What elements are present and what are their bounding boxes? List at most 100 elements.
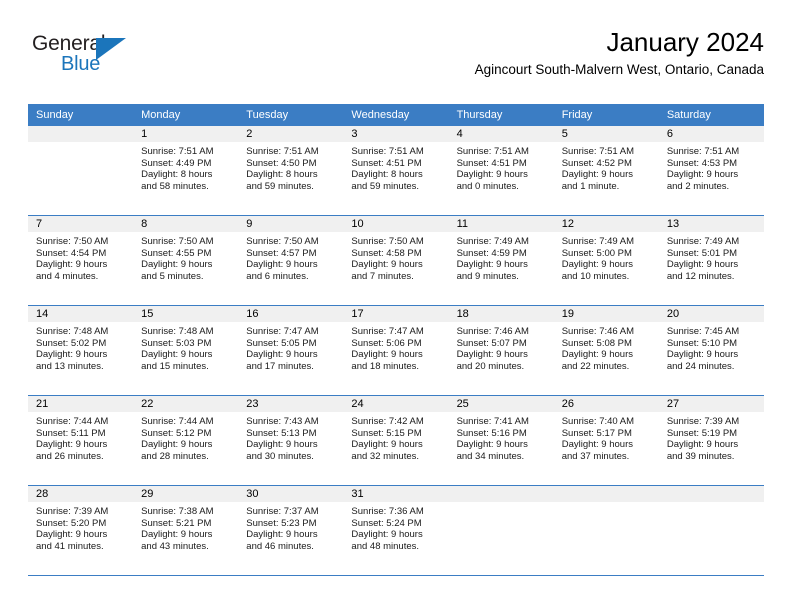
sunrise-time: Sunrise: 7:38 AM	[141, 506, 214, 517]
calendar-day-cell[interactable]: 8 Sunrise: 7:50 AM Sunset: 4:55 PM Daylight…	[133, 215, 239, 306]
day-number: 11	[448, 216, 554, 232]
daylight-duration-line2: and 10 minutes.	[561, 270, 630, 282]
calendar-day-cell[interactable]: 28 Sunrise: 7:39 AM Sunset: 5:20 PM Dayligh…	[28, 485, 134, 576]
calendar-day-cell-empty	[553, 485, 659, 576]
day-cell-inner: 19 Sunrise: 7:46 AM Sunset: 5:08 PM Dayligh…	[553, 306, 659, 395]
day-details: Sunrise: 7:45 AM Sunset: 5:10 PM Daylight:…	[659, 322, 764, 372]
sunrise-time: Sunrise: 7:47 AM	[246, 326, 319, 337]
daylight-duration-line1: Daylight: 9 hours	[561, 349, 633, 361]
day-number: 13	[658, 216, 764, 232]
calendar-day-cell-empty	[448, 485, 554, 576]
daylight-duration-line1: Daylight: 9 hours	[666, 439, 739, 451]
day-details: Sunrise: 7:41 AM Sunset: 5:16 PM Daylight:…	[449, 412, 554, 462]
weekday-header-monday: Monday	[133, 104, 239, 126]
sunset-time: Sunset: 4:49 PM	[141, 157, 212, 169]
sunrise-time: Sunrise: 7:50 AM	[246, 236, 319, 247]
daylight-duration-line1: Daylight: 9 hours	[456, 349, 528, 361]
calendar-day-cell[interactable]: 13 Sunrise: 7:49 AM Sunset: 5:01 PM Dayligh…	[658, 215, 764, 306]
calendar-day-cell[interactable]: 12 Sunrise: 7:49 AM Sunset: 5:00 PM Dayligh…	[553, 215, 659, 306]
calendar-day-cell[interactable]: 7 Sunrise: 7:50 AM Sunset: 4:54 PM Daylight…	[28, 215, 134, 306]
calendar-day-cell[interactable]: 21 Sunrise: 7:44 AM Sunset: 5:11 PM Dayligh…	[28, 395, 134, 486]
sunrise-time: Sunrise: 7:44 AM	[141, 416, 214, 427]
calendar-day-cell[interactable]: 24 Sunrise: 7:42 AM Sunset: 5:15 PM Dayligh…	[343, 395, 449, 486]
sunrise-time: Sunrise: 7:51 AM	[666, 146, 740, 157]
day-number: 31	[343, 486, 449, 502]
day-details	[449, 502, 554, 506]
sunset-time: Sunset: 5:02 PM	[36, 337, 107, 349]
calendar-day-cell[interactable]: 20 Sunrise: 7:45 AM Sunset: 5:10 PM Dayligh…	[658, 305, 764, 396]
day-details: Sunrise: 7:46 AM Sunset: 5:07 PM Daylight:…	[449, 322, 554, 372]
sunrise-time: Sunrise: 7:51 AM	[456, 146, 529, 157]
day-details: Sunrise: 7:40 AM Sunset: 5:17 PM Daylight:…	[554, 412, 659, 462]
day-details: Sunrise: 7:49 AM Sunset: 5:00 PM Daylight:…	[554, 232, 659, 282]
sunrise-time: Sunrise: 7:41 AM	[456, 416, 529, 427]
daylight-duration-line2: and 9 minutes.	[456, 270, 519, 282]
sunrise-time: Sunrise: 7:49 AM	[456, 236, 529, 247]
daylight-duration-line2: and 22 minutes.	[561, 360, 630, 372]
calendar-day-cell[interactable]: 1 Sunrise: 7:51 AM Sunset: 4:49 PM Daylight…	[133, 126, 239, 216]
day-number: 1	[133, 126, 239, 142]
weekday-header-saturday: Saturday	[658, 104, 764, 126]
day-cell-inner: 8 Sunrise: 7:50 AM Sunset: 4:55 PM Daylight…	[133, 216, 239, 305]
calendar-day-cell[interactable]: 23 Sunrise: 7:43 AM Sunset: 5:13 PM Dayligh…	[238, 395, 344, 486]
daylight-duration-line1: Daylight: 9 hours	[36, 439, 108, 451]
daylight-duration-line1: Daylight: 9 hours	[561, 259, 633, 271]
day-number: 24	[343, 396, 449, 412]
calendar-day-cell[interactable]: 22 Sunrise: 7:44 AM Sunset: 5:12 PM Dayligh…	[133, 395, 239, 486]
day-number	[553, 486, 659, 502]
calendar-day-cell[interactable]: 3 Sunrise: 7:51 AM Sunset: 4:51 PM Daylight…	[343, 126, 449, 216]
weekday-header-wednesday: Wednesday	[343, 104, 449, 126]
calendar-day-cell[interactable]: 18 Sunrise: 7:46 AM Sunset: 5:07 PM Dayligh…	[448, 305, 554, 396]
calendar-day-cell[interactable]: 26 Sunrise: 7:40 AM Sunset: 5:17 PM Dayligh…	[553, 395, 659, 486]
calendar-day-cell[interactable]: 4 Sunrise: 7:51 AM Sunset: 4:51 PM Daylight…	[448, 126, 554, 216]
calendar-day-cell[interactable]: 25 Sunrise: 7:41 AM Sunset: 5:16 PM Dayligh…	[448, 395, 554, 486]
calendar-body: 1 Sunrise: 7:51 AM Sunset: 4:49 PM Daylight…	[28, 126, 764, 576]
calendar-day-cell[interactable]: 2 Sunrise: 7:51 AM Sunset: 4:50 PM Daylight…	[238, 126, 344, 216]
calendar-day-cell[interactable]: 10 Sunrise: 7:50 AM Sunset: 4:58 PM Dayligh…	[343, 215, 449, 306]
sunset-time: Sunset: 5:20 PM	[36, 517, 107, 529]
sunset-time: Sunset: 5:00 PM	[561, 247, 632, 259]
day-number	[448, 486, 554, 502]
sunrise-time: Sunrise: 7:48 AM	[141, 326, 214, 337]
daylight-duration-line2: and 17 minutes.	[246, 360, 314, 372]
calendar-day-cell[interactable]: 16 Sunrise: 7:47 AM Sunset: 5:05 PM Dayligh…	[238, 305, 344, 396]
sunset-time: Sunset: 5:03 PM	[141, 337, 212, 349]
calendar-day-cell[interactable]: 9 Sunrise: 7:50 AM Sunset: 4:57 PM Daylight…	[238, 215, 344, 306]
calendar-day-cell-empty	[658, 485, 764, 576]
day-number: 12	[553, 216, 659, 232]
day-cell-inner	[28, 126, 134, 215]
calendar-day-cell[interactable]: 17 Sunrise: 7:47 AM Sunset: 5:06 PM Dayligh…	[343, 305, 449, 396]
calendar-day-cell[interactable]: 15 Sunrise: 7:48 AM Sunset: 5:03 PM Dayligh…	[133, 305, 239, 396]
sunset-time: Sunset: 5:12 PM	[141, 427, 212, 439]
calendar-day-cell[interactable]: 6 Sunrise: 7:51 AM Sunset: 4:53 PM Daylight…	[658, 126, 764, 216]
day-cell-inner: 22 Sunrise: 7:44 AM Sunset: 5:12 PM Dayligh…	[133, 396, 239, 485]
day-cell-inner: 15 Sunrise: 7:48 AM Sunset: 5:03 PM Dayligh…	[133, 306, 239, 395]
day-details: Sunrise: 7:50 AM Sunset: 4:54 PM Daylight:…	[28, 232, 133, 282]
calendar-day-cell[interactable]: 30 Sunrise: 7:37 AM Sunset: 5:23 PM Dayligh…	[238, 485, 344, 576]
daylight-duration-line2: and 34 minutes.	[456, 450, 525, 462]
day-details: Sunrise: 7:50 AM Sunset: 4:57 PM Daylight:…	[238, 232, 343, 282]
day-cell-inner: 17 Sunrise: 7:47 AM Sunset: 5:06 PM Dayligh…	[343, 306, 449, 395]
day-details: Sunrise: 7:44 AM Sunset: 5:11 PM Daylight:…	[28, 412, 133, 462]
sunset-time: Sunset: 4:51 PM	[351, 157, 422, 169]
calendar-day-cell[interactable]: 11 Sunrise: 7:49 AM Sunset: 4:59 PM Dayligh…	[448, 215, 554, 306]
daylight-duration-line2: and 15 minutes.	[141, 360, 209, 372]
daylight-duration-line2: and 2 minutes.	[666, 180, 730, 192]
calendar-day-cell[interactable]: 29 Sunrise: 7:38 AM Sunset: 5:21 PM Dayligh…	[133, 485, 239, 576]
daylight-duration-line1: Daylight: 9 hours	[246, 439, 318, 451]
day-details: Sunrise: 7:49 AM Sunset: 5:01 PM Daylight:…	[659, 232, 764, 282]
calendar-day-cell[interactable]: 31 Sunrise: 7:36 AM Sunset: 5:24 PM Dayligh…	[343, 485, 449, 576]
daylight-duration-line2: and 18 minutes.	[351, 360, 420, 372]
daylight-duration-line2: and 13 minutes.	[36, 360, 104, 372]
calendar-day-cell[interactable]: 27 Sunrise: 7:39 AM Sunset: 5:19 PM Dayligh…	[658, 395, 764, 486]
sunset-time: Sunset: 5:24 PM	[351, 517, 422, 529]
calendar-day-cell[interactable]: 19 Sunrise: 7:46 AM Sunset: 5:08 PM Dayligh…	[553, 305, 659, 396]
day-number: 23	[238, 396, 344, 412]
calendar-day-cell[interactable]: 14 Sunrise: 7:48 AM Sunset: 5:02 PM Dayligh…	[28, 305, 134, 396]
calendar-day-cell[interactable]: 5 Sunrise: 7:51 AM Sunset: 4:52 PM Daylight…	[553, 126, 659, 216]
day-cell-inner: 2 Sunrise: 7:51 AM Sunset: 4:50 PM Daylight…	[238, 126, 344, 215]
day-cell-inner: 7 Sunrise: 7:50 AM Sunset: 4:54 PM Daylight…	[28, 216, 134, 305]
day-details	[28, 142, 133, 146]
logo-triangle-icon	[96, 38, 126, 60]
day-number	[658, 486, 764, 502]
